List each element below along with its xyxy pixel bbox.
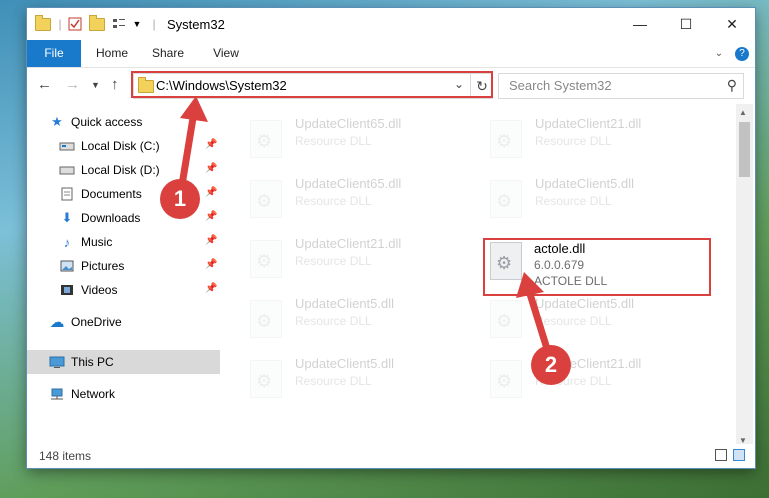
- arrow-2-shaft: [526, 292, 552, 354]
- step-1-badge: 1: [160, 179, 200, 219]
- step-2-badge: 2: [531, 345, 571, 385]
- annotation-arrows: [178, 96, 552, 354]
- arrow-1-shaft: [178, 111, 198, 186]
- arrow-1-head: [180, 96, 208, 122]
- arrow-2-head: [516, 272, 544, 298]
